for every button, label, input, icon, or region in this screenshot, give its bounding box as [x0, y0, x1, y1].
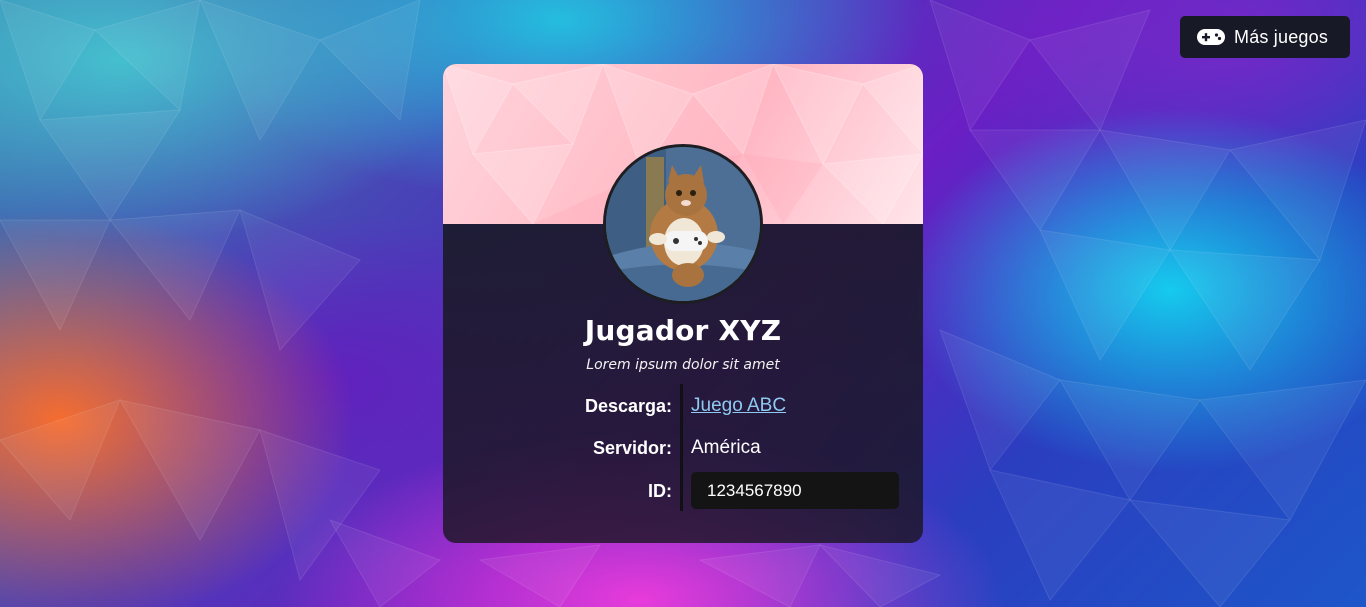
gamepad-icon — [1196, 28, 1226, 46]
id-field[interactable] — [691, 472, 899, 509]
more-games-button[interactable]: Más juegos — [1180, 16, 1350, 58]
download-link[interactable]: Juego ABC — [691, 395, 786, 417]
details-divider — [680, 384, 683, 511]
cat-with-controller-avatar — [606, 147, 760, 301]
more-games-label: Más juegos — [1234, 26, 1329, 47]
server-value: América — [691, 437, 761, 458]
server-label: Servidor: — [592, 438, 672, 458]
profile-card: Jugador XYZ Lorem ipsum dolor sit amet D… — [443, 64, 923, 543]
download-label: Descarga: — [584, 396, 672, 416]
id-label: ID: — [648, 481, 672, 501]
avatar — [603, 144, 763, 304]
player-tagline: Lorem ipsum dolor sit amet — [586, 357, 780, 373]
player-name: Jugador XYZ — [584, 314, 782, 347]
